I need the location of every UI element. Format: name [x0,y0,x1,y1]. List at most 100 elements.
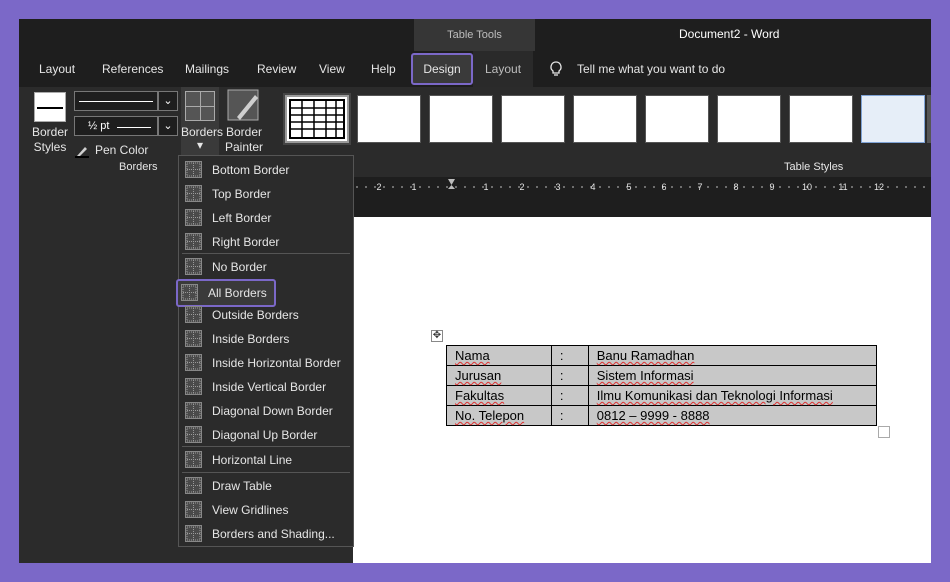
table-row[interactable]: No. Telepon: 0812 – 9999 - 8888 [446,405,878,426]
pen-color-button[interactable]: Pen Color [75,142,165,160]
table-style-8[interactable] [789,95,853,143]
table-cell[interactable]: : [550,385,589,406]
word-window: Table Tools Document2 - Word Layout Refe… [19,19,931,563]
table-style-5[interactable] [573,95,637,143]
menu-item-no-border[interactable]: No Border [179,255,353,279]
tab-review[interactable]: Review [257,51,296,87]
table-row[interactable]: Nama: Banu Ramadhan [446,345,878,366]
ruler-label: 4 [590,182,595,192]
menu-item-right-border[interactable]: Right Border [179,230,353,254]
indent-marker[interactable] [448,179,455,189]
table-cell[interactable]: : [550,405,589,426]
menu-item-top-border[interactable]: Top Border [179,182,353,206]
ruler-below [353,197,931,217]
cell-text: : [559,408,564,423]
tab-design[interactable]: Design [411,53,473,85]
ruler-ticks: 2 1 1 2 3 4 5 6 7 8 9 10 11 12 [356,179,925,192]
table-cell[interactable]: No. Telepon [446,405,552,426]
menu-item-label: Inside Borders [212,332,290,346]
pen-color-icon [75,147,89,158]
table-cell[interactable]: 0812 – 9999 - 8888 [587,405,878,426]
table-resize-handle[interactable] [878,426,890,438]
ruler-label: 1 [411,182,416,192]
document-page[interactable]: ✥ Nama: Banu Ramadhan Jurusan: Sistem Infor… [353,217,931,563]
table-cell[interactable]: Jurusan [446,365,552,386]
ruler-label: 2 [519,182,524,192]
table-style-7[interactable] [717,95,781,143]
menu-item-outside-borders[interactable]: Outside Borders [179,303,353,327]
table-cell[interactable]: Nama [446,345,552,366]
table-style-9[interactable] [861,95,925,143]
cell-text: No. Telepon [455,408,525,423]
menu-item-inside-borders[interactable]: Inside Borders [179,327,353,351]
horizontal-ruler[interactable]: 2 1 1 2 3 4 5 6 7 8 9 10 11 12 [353,177,931,197]
border-styles-button[interactable]: Border Styles [29,89,71,159]
menu-item-borders-shading[interactable]: Borders and Shading... [179,522,353,546]
borders-dropdown-menu: Bottom Border Top Border Left Border Right … [176,155,354,547]
table-style-grid[interactable] [283,93,351,145]
ribbon: Border Styles ⌄ ½ pt ⌄ Pen Color Borders [19,87,931,177]
ruler-label: 6 [661,182,666,192]
menu-item-label: Borders and Shading... [212,527,335,541]
menu-item-left-border[interactable]: Left Border [179,206,353,230]
table-row[interactable]: Fakultas: Ilmu Komunikasi dan Teknologi I… [446,385,878,406]
menu-item-label: No Border [212,260,267,274]
menu-item-label: Left Border [212,211,272,225]
menu-item-draw-table[interactable]: Draw Table [179,474,353,498]
ruler-label: 1 [483,182,488,192]
menu-item-horizontal-line[interactable]: Horizontal Line [179,448,353,472]
table-style-6[interactable] [645,95,709,143]
tab-mailings[interactable]: Mailings [185,51,229,87]
table-move-handle[interactable]: ✥ [431,330,443,342]
table-row[interactable]: Jurusan: Sistem Informasi [446,365,878,386]
line-style-dropdown-arrow[interactable]: ⌄ [158,91,178,111]
ruler-label: 9 [769,182,774,192]
tab-help[interactable]: Help [371,51,396,87]
table-style-4[interactable] [501,95,565,143]
tab-view[interactable]: View [319,51,345,87]
top-border-icon [185,185,202,202]
gallery-scrollbar[interactable] [927,95,931,143]
table-style-2[interactable] [357,95,421,143]
border-painter-label-2: Painter [224,140,264,154]
menu-item-inside-vertical-border[interactable]: Inside Vertical Border [179,375,353,399]
draw-table-icon [185,477,202,494]
menu-item-label: Bottom Border [212,163,290,177]
line-style-dropdown[interactable] [74,91,158,111]
title-bar: Table Tools Document2 - Word [19,19,931,51]
left-border-icon [185,209,202,226]
tab-layout[interactable]: Layout [39,51,75,87]
inside-horizontal-border-icon [185,354,202,371]
no-border-icon [185,258,202,275]
tab-references[interactable]: References [102,51,163,87]
cell-text: : [559,348,564,363]
document-title: Document2 - Word [679,27,780,41]
table-cell[interactable]: : [550,345,589,366]
table-cell[interactable]: Ilmu Komunikasi dan Teknologi Informasi [587,385,878,406]
right-border-icon [185,233,202,250]
menu-item-view-gridlines[interactable]: View Gridlines [179,498,353,522]
diagonal-up-border-icon [185,426,202,443]
menu-item-inside-horizontal-border[interactable]: Inside Horizontal Border [179,351,353,375]
table-tools-label: Table Tools [414,19,535,51]
ruler-label: 5 [626,182,631,192]
menu-item-diagonal-down-border[interactable]: Diagonal Down Border [179,399,353,423]
table-cell[interactable]: Sistem Informasi [587,365,878,386]
menu-item-label: Inside Vertical Border [212,380,327,394]
ruler-label: 10 [802,182,812,192]
tab-table-layout[interactable]: Layout [473,51,534,87]
table-cell[interactable]: : [550,365,589,386]
inside-vertical-border-icon [185,378,202,395]
table-style-3[interactable] [429,95,493,143]
cell-text: Nama [455,348,490,363]
pen-weight-dropdown[interactable]: ½ pt [74,116,158,136]
data-table[interactable]: Nama: Banu Ramadhan Jurusan: Sistem Informa… [446,345,878,426]
menu-item-bottom-border[interactable]: Bottom Border [179,158,353,182]
menu-item-diagonal-up-border[interactable]: Diagonal Up Border [179,423,353,447]
pen-weight-dropdown-arrow[interactable]: ⌄ [158,116,178,136]
cell-text: Ilmu Komunikasi dan Teknologi Informasi [596,388,833,403]
table-cell[interactable]: Fakultas [446,385,552,406]
lightbulb-icon [550,61,562,76]
cell-text: Fakultas [455,388,505,403]
table-cell[interactable]: Banu Ramadhan [587,345,878,366]
